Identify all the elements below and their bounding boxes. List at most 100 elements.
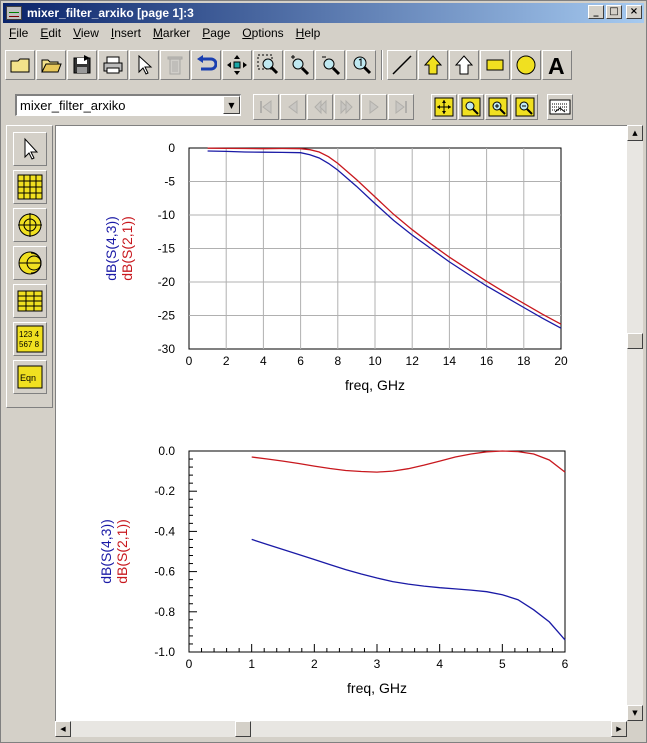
next-item-icon[interactable]	[334, 94, 360, 120]
plot-zoom-in-icon[interactable]	[485, 94, 511, 120]
scroll-right-icon[interactable]: ▶	[611, 721, 627, 737]
plot1-ylabel-1: dB(S(4,3))	[103, 216, 119, 281]
plot1-xtick-label: 8	[334, 354, 341, 368]
plot2-ylabel-2: dB(S(2,1))	[114, 519, 130, 584]
plot-zoom-out-icon[interactable]	[512, 94, 538, 120]
smith-chart-icon[interactable]	[13, 246, 47, 280]
last-page-icon[interactable]	[388, 94, 414, 120]
polyline-icon[interactable]	[418, 50, 448, 80]
plot2-ytick-label: -0.4	[154, 524, 175, 538]
undo-icon[interactable]	[191, 50, 221, 80]
horizontal-scrollbar[interactable]: ◀ ▶	[55, 721, 627, 737]
page-toolbar	[253, 89, 574, 125]
plot1-xtick-label: 14	[443, 354, 457, 368]
previous-item-icon[interactable]	[307, 94, 333, 120]
plot2-ytick-label: -1.0	[154, 645, 175, 659]
marker-move-icon[interactable]	[431, 94, 457, 120]
horizontal-scroll-thumb[interactable]	[235, 721, 251, 737]
plot-canvas[interactable]: 0 2 4 6 8 10 12 14 16 18 20 0 -5 -10 -15 -20 -25 -30 freq,…	[55, 125, 627, 721]
first-page-icon[interactable]	[253, 94, 279, 120]
stack-label-1: 123 4	[19, 330, 40, 339]
zoom-fit-icon[interactable]	[346, 50, 376, 80]
scroll-up-icon[interactable]: ▲	[627, 125, 643, 141]
menu-file[interactable]: File	[3, 24, 34, 42]
plot1-xtick-label: 16	[480, 354, 494, 368]
chevron-down-icon[interactable]: ▼	[223, 96, 240, 114]
open-icon[interactable]	[36, 50, 66, 80]
plot2-xtick-label: 5	[499, 657, 506, 671]
plot1-xtick-label: 0	[186, 354, 193, 368]
minimize-button[interactable]: _	[588, 5, 604, 19]
new-icon[interactable]	[5, 50, 35, 80]
rectangle-icon[interactable]	[480, 50, 510, 80]
equation-icon[interactable]: Eqn	[13, 360, 47, 394]
plot-zoom-icon[interactable]	[458, 94, 484, 120]
scroll-left-icon[interactable]: ◀	[55, 721, 71, 737]
plot2-xtick-label: 4	[436, 657, 443, 671]
plot1-xtick-label: 10	[368, 354, 382, 368]
plot2-xtick-label: 3	[374, 657, 381, 671]
menu-page[interactable]: Page	[196, 24, 236, 42]
stack-label-2: 567 8	[19, 340, 40, 349]
plot1-ytick-label: -30	[158, 342, 176, 356]
app-icon[interactable]	[6, 6, 22, 20]
plot2-xtick-label: 1	[248, 657, 255, 671]
menu-bar: File Edit View Insert Marker Page Option…	[3, 24, 326, 42]
maximize-button[interactable]: □	[606, 5, 622, 19]
plot1-xtick-label: 2	[223, 354, 230, 368]
circle-icon[interactable]	[511, 50, 541, 80]
select-arrow-icon[interactable]	[129, 50, 159, 80]
pan-icon[interactable]	[222, 50, 252, 80]
menu-edit[interactable]: Edit	[34, 24, 67, 42]
plot2-frame	[188, 450, 566, 653]
plot1-xtick-label: 20	[554, 354, 568, 368]
line-icon[interactable]	[387, 50, 417, 80]
app-window: mixer_filter_arxiko [page 1]:3 _ □ × Fil…	[0, 0, 647, 743]
svg-text:A: A	[548, 54, 565, 76]
next-page-icon[interactable]	[361, 94, 387, 120]
zoom-out-icon[interactable]	[315, 50, 345, 80]
rectangular-plot-icon[interactable]	[13, 170, 47, 204]
close-button[interactable]: ×	[626, 5, 642, 19]
plot2-ytick-label: -0.8	[154, 605, 175, 619]
menu-view[interactable]: View	[67, 24, 105, 42]
plot1-xlabel: freq, GHz	[345, 377, 405, 393]
plot1-xtick-label: 18	[517, 354, 531, 368]
plot2-ytick-label: 0.0	[158, 444, 175, 458]
scroll-down-icon[interactable]: ▼	[627, 705, 643, 721]
plot2-xtick-label: 0	[186, 657, 193, 671]
plot1-ytick-label: -15	[158, 242, 176, 256]
plot-palette: 123 4 567 8 Eqn	[6, 125, 53, 408]
menu-insert[interactable]: Insert	[105, 24, 147, 42]
stack-icon[interactable]: 123 4 567 8	[13, 322, 47, 356]
plot2-ytick-label: -0.6	[154, 565, 175, 579]
window-title: mixer_filter_arxiko [page 1]:3	[27, 6, 194, 20]
title-bar[interactable]: mixer_filter_arxiko [page 1]:3 _ □ ×	[3, 3, 644, 23]
plot2-xlabel: freq, GHz	[347, 680, 407, 696]
design-select[interactable]: mixer_filter_arxiko ▼	[15, 94, 241, 116]
list-icon[interactable]	[13, 284, 47, 318]
text-icon[interactable]: A	[542, 50, 572, 80]
save-icon[interactable]	[67, 50, 97, 80]
zoom-area-icon[interactable]	[253, 50, 283, 80]
data-display-icon[interactable]	[547, 94, 573, 120]
polygon-icon[interactable]	[449, 50, 479, 80]
scroll-corner	[627, 721, 643, 737]
menu-marker[interactable]: Marker	[147, 24, 196, 42]
menu-help[interactable]: Help	[290, 24, 327, 42]
design-select-value: mixer_filter_arxiko	[20, 98, 126, 113]
plot1-xtick-label: 12	[406, 354, 420, 368]
menu-options[interactable]: Options	[236, 24, 289, 42]
polar-plot-icon[interactable]	[13, 208, 47, 242]
eqn-label: Eqn	[20, 373, 36, 383]
zoom-in-icon[interactable]	[284, 50, 314, 80]
plot1-xtick-label: 6	[297, 354, 304, 368]
vertical-scrollbar[interactable]: ▲ ▼	[627, 125, 643, 721]
previous-page-icon[interactable]	[280, 94, 306, 120]
plots-svg: 0 2 4 6 8 10 12 14 16 18 200-5-10-15-20-25-30freq,…	[98, 141, 569, 696]
pointer-icon[interactable]	[13, 132, 47, 166]
print-icon[interactable]	[98, 50, 128, 80]
vertical-scroll-thumb[interactable]	[627, 333, 643, 349]
plot2-xtick-label: 2	[311, 657, 318, 671]
delete-icon[interactable]	[160, 50, 190, 80]
